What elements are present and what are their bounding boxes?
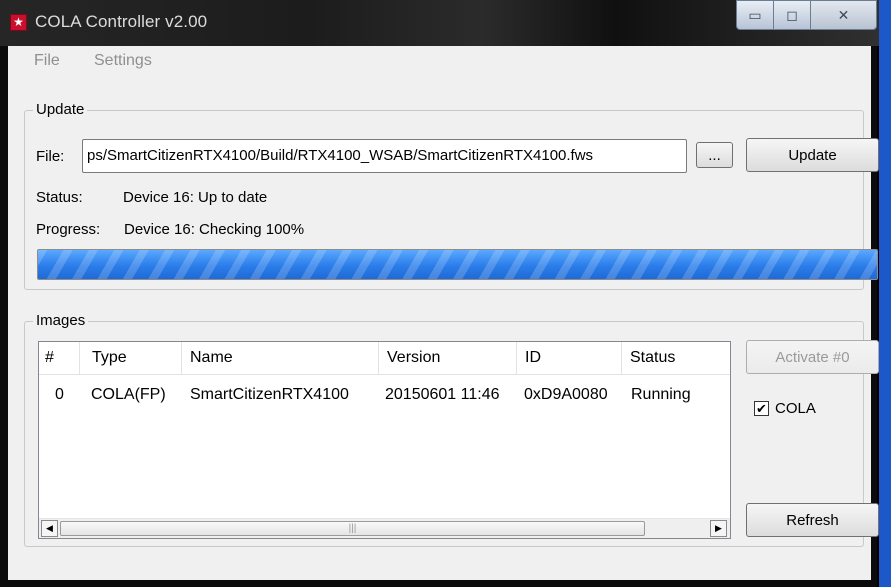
status-label: Status: <box>36 189 83 206</box>
checkmark-icon: ✔ <box>756 401 767 416</box>
refresh-button[interactable]: Refresh <box>746 503 879 537</box>
cell-type: COLA(FP) <box>91 386 166 403</box>
client-area: File Settings Update File: ps/SmartCitiz… <box>8 46 879 580</box>
cola-checkbox-label[interactable]: COLA <box>775 400 816 417</box>
close-button[interactable]: ✕ <box>811 0 877 30</box>
column-header-id[interactable]: ID <box>519 342 622 374</box>
menu-file[interactable]: File <box>34 52 60 70</box>
close-icon: ✕ <box>837 6 850 23</box>
cola-checkbox[interactable]: ✔ <box>754 401 769 416</box>
scroll-left-icon: ◀ <box>46 523 53 533</box>
cell-id: 0xD9A0080 <box>524 386 608 403</box>
status-value: Device 16: Up to date <box>123 189 268 206</box>
scroll-grip-icon: ||| <box>348 523 357 534</box>
progress-value: Device 16: Checking 100% <box>124 221 305 238</box>
desktop-background-right <box>879 0 891 587</box>
minimize-button[interactable]: ▭ <box>736 0 774 30</box>
cell-num: 0 <box>55 386 64 403</box>
column-header-num[interactable]: # <box>39 342 80 374</box>
scroll-left-button[interactable]: ◀ <box>41 520 58 537</box>
cell-version: 20150601 11:46 <box>385 386 500 403</box>
maximize-icon: ◻ <box>786 6 798 23</box>
progress-bar-fill <box>38 250 877 279</box>
app-star-icon[interactable]: ★ <box>10 14 27 31</box>
file-path-input[interactable]: ps/SmartCitizenRTX4100/Build/RTX4100_WSA… <box>82 139 687 173</box>
cell-status: Running <box>631 386 691 403</box>
menu-settings[interactable]: Settings <box>94 52 152 70</box>
column-header-name[interactable]: Name <box>184 342 379 374</box>
horizontal-scrollbar[interactable]: ◀ ||| ▶ <box>39 518 730 538</box>
column-header-type[interactable]: Type <box>86 342 182 374</box>
cell-name: SmartCitizenRTX4100 <box>190 386 349 403</box>
progress-label: Progress: <box>36 221 101 238</box>
minimize-icon: ▭ <box>748 6 762 23</box>
browse-button[interactable]: ... <box>696 142 733 168</box>
images-list[interactable]: # Type Name Version ID Status 0 COLA(FP)… <box>38 341 731 539</box>
menu-bar: File Settings <box>8 46 871 74</box>
scroll-right-button[interactable]: ▶ <box>710 520 727 537</box>
progress-bar <box>37 249 878 280</box>
maximize-button[interactable]: ◻ <box>774 0 811 30</box>
list-header: # Type Name Version ID Status <box>39 342 730 375</box>
update-button[interactable]: Update <box>746 138 879 172</box>
activate-button[interactable]: Activate #0 <box>746 340 879 374</box>
title-bar[interactable]: ★ COLA Controller v2.00 ▭ ◻ ✕ <box>0 0 879 46</box>
file-label: File: <box>36 148 65 165</box>
update-group-label: Update <box>33 101 88 118</box>
column-header-version[interactable]: Version <box>381 342 517 374</box>
window-title: COLA Controller v2.00 <box>35 12 208 31</box>
caption-buttons: ▭ ◻ ✕ <box>736 0 877 30</box>
scroll-right-icon: ▶ <box>715 523 722 533</box>
app-window: ★ COLA Controller v2.00 ▭ ◻ ✕ File Setti… <box>0 0 879 587</box>
column-header-status[interactable]: Status <box>624 342 730 374</box>
images-group-label: Images <box>33 312 89 329</box>
scroll-thumb[interactable]: ||| <box>60 521 645 536</box>
